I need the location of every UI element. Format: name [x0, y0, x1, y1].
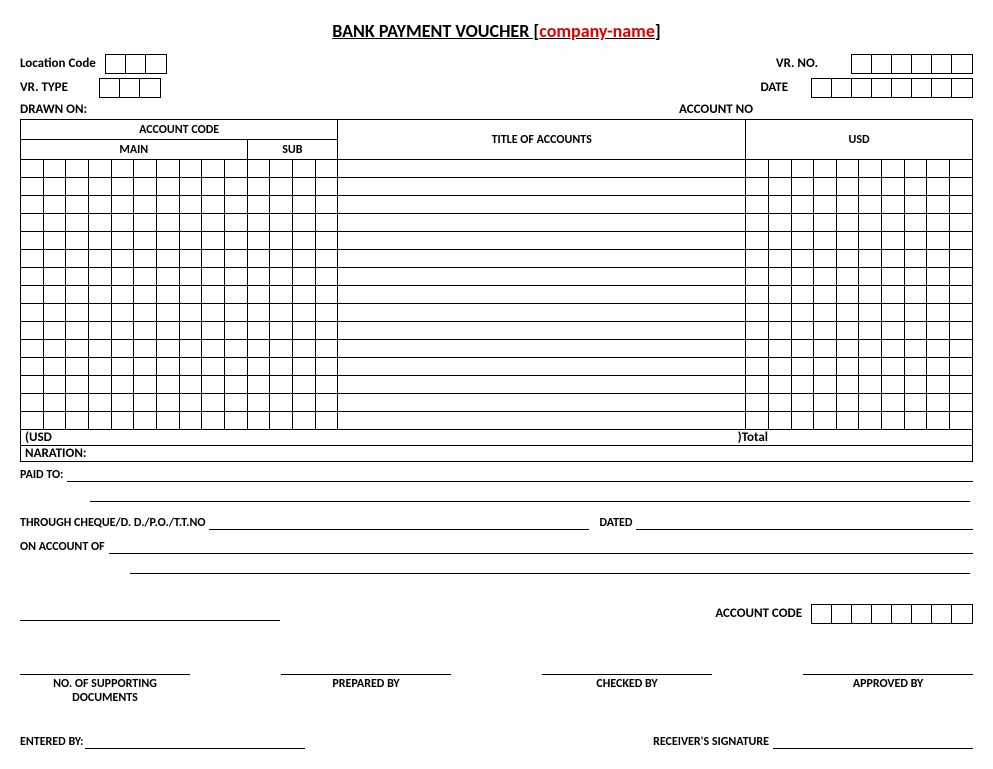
naration-label: NARATION: — [20, 446, 973, 462]
date-input[interactable] — [811, 78, 973, 98]
drawn-on-label: DRAWN ON: — [20, 102, 87, 117]
location-code-label: Location Code — [20, 56, 96, 71]
table-row[interactable] — [21, 232, 973, 250]
vr-no-label: VR. NO. — [776, 56, 818, 71]
title-bracket-close: ] — [655, 20, 661, 42]
approved-by-label: APPROVED BY — [803, 674, 973, 705]
account-code-header: ACCOUNT CODE — [21, 120, 338, 140]
location-code-input[interactable] — [105, 54, 167, 74]
title-main: BANK PAYMENT VOUCHER — [332, 20, 529, 42]
dated-line[interactable] — [636, 516, 973, 530]
account-code-2-label: ACCOUNT CODE — [715, 606, 802, 621]
date-label: DATE — [761, 80, 789, 95]
sub-header: SUB — [247, 140, 338, 160]
table-row[interactable] — [21, 304, 973, 322]
paid-to-label: PAID TO: — [20, 468, 63, 482]
table-row[interactable] — [21, 394, 973, 412]
voucher-title: BANK PAYMENT VOUCHER [company-name] — [20, 20, 973, 42]
paid-to-line-2[interactable] — [90, 488, 970, 502]
paid-to-line[interactable] — [67, 468, 973, 482]
supporting-docs-label: NO. OF SUPPORTING DOCUMENTS — [20, 674, 190, 705]
table-row[interactable] — [21, 196, 973, 214]
table-row[interactable] — [21, 214, 973, 232]
table-row[interactable] — [21, 340, 973, 358]
on-account-of-line[interactable] — [109, 540, 973, 554]
total-label: )Total — [738, 430, 768, 445]
table-row[interactable] — [21, 178, 973, 196]
prepared-by-label: PREPARED BY — [281, 674, 451, 705]
account-code-2-input[interactable] — [811, 604, 973, 624]
table-row[interactable] — [21, 376, 973, 394]
table-row[interactable] — [21, 412, 973, 430]
entered-by-label: ENTERED BY: — [20, 735, 83, 749]
through-label: THROUGH CHEQUE/D. D./P.O./T.T.NO — [20, 516, 205, 530]
on-account-of-label: ON ACCOUNT OF — [20, 540, 105, 554]
through-line[interactable] — [209, 516, 589, 530]
usd-header: USD — [746, 120, 973, 160]
title-accounts-header: TITLE OF ACCOUNTS — [338, 120, 746, 160]
usd-paren-label: (USD — [25, 430, 52, 445]
table-row[interactable] — [21, 268, 973, 286]
vr-no-input[interactable] — [851, 54, 973, 74]
table-row[interactable] — [21, 160, 973, 178]
checked-by-label: CHECKED BY — [542, 674, 712, 705]
receiver-sig-label: RECEIVER'S SIGNATURE — [653, 735, 769, 749]
table-row[interactable] — [21, 286, 973, 304]
company-name: company-name — [539, 20, 655, 42]
misc-line[interactable] — [20, 607, 280, 621]
receiver-sig-line[interactable] — [773, 735, 973, 749]
on-account-of-line-2[interactable] — [130, 560, 970, 574]
table-row[interactable] — [21, 358, 973, 376]
accounts-table: ACCOUNT CODE TITLE OF ACCOUNTS USD MAIN … — [20, 119, 973, 430]
title-bracket-open: [ — [529, 20, 539, 42]
table-row[interactable] — [21, 250, 973, 268]
account-no-label: ACCOUNT NO — [679, 102, 753, 117]
vr-type-label: VR. TYPE — [20, 80, 68, 95]
table-row[interactable] — [21, 322, 973, 340]
entered-by-line[interactable] — [85, 735, 305, 749]
main-header: MAIN — [21, 140, 248, 160]
vr-type-input[interactable] — [99, 78, 161, 98]
dated-label: DATED — [599, 516, 632, 530]
